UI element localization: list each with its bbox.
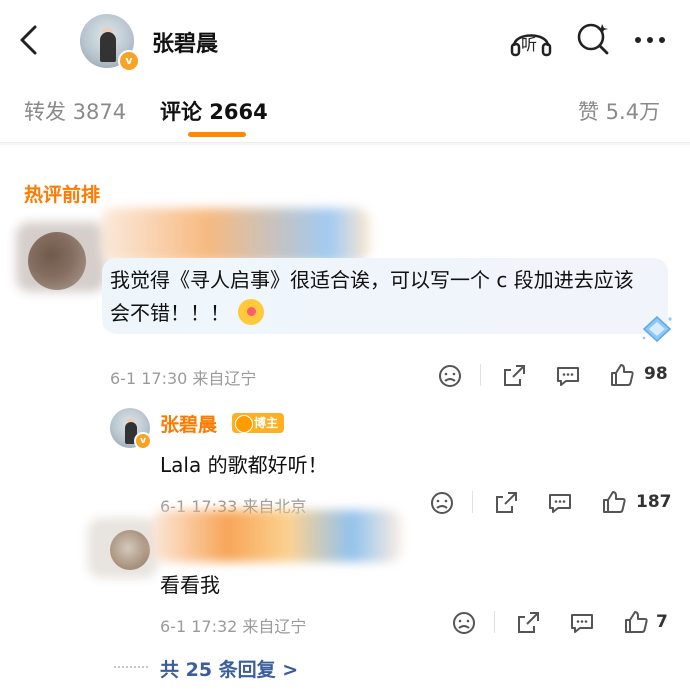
action-divider (480, 364, 481, 386)
comment-text: 我觉得《寻人启事》很适合诶，可以写一个 c 段加进去应该会不错！！！ (110, 264, 650, 330)
dislike-icon[interactable] (450, 609, 478, 637)
search-icon[interactable] (574, 20, 612, 58)
like-count: 187 (636, 492, 672, 512)
comment-meta: 6-1 17:30 来自辽宁 (110, 369, 257, 388)
dislike-icon[interactable] (428, 489, 456, 517)
reply-meta: 6-1 17:32 来自辽宁 (160, 617, 307, 636)
hot-comments-label: 热评前排 (24, 184, 101, 206)
reply-icon[interactable] (546, 489, 574, 517)
commenter-name-blurred[interactable] (100, 208, 370, 262)
reply-icon[interactable] (554, 362, 582, 390)
like-count: 7 (656, 612, 668, 632)
like-icon[interactable] (608, 361, 636, 389)
diamond-badge-icon (640, 314, 674, 344)
reply-author-name[interactable]: 张碧晨 (160, 410, 217, 437)
back-icon[interactable] (14, 22, 44, 58)
hug-emoji-icon (238, 299, 264, 325)
like-count: 98 (644, 364, 668, 384)
action-divider (472, 491, 473, 513)
reply-user-name-blurred[interactable] (152, 510, 402, 562)
blur-smudge (88, 518, 158, 578)
action-divider (494, 611, 495, 633)
share-icon[interactable] (514, 609, 542, 637)
top-bar: v 张碧晨 听 (0, 0, 690, 78)
active-tab-indicator (188, 132, 246, 137)
listen-label: 听 (521, 35, 538, 54)
share-icon[interactable] (492, 489, 520, 517)
more-replies-dots (114, 666, 148, 670)
section-separator (0, 143, 690, 145)
comment-body: 我觉得《寻人启事》很适合诶，可以写一个 c 段加进去应该会不错！！！ (110, 268, 634, 325)
more-replies-link[interactable]: 共 25 条回复 > (160, 655, 298, 682)
author-name[interactable]: 张碧晨 (152, 26, 218, 58)
tab-likes[interactable]: 赞 5.4万 (578, 96, 660, 126)
reply-text: 看看我 (160, 573, 220, 597)
tab-comments[interactable]: 评论 2664 (160, 96, 268, 126)
tab-repost[interactable]: 转发 3874 (24, 96, 126, 126)
listen-icon[interactable]: 听 (508, 22, 554, 58)
share-icon[interactable] (500, 362, 528, 390)
reply-text: Lala 的歌都好听！ (160, 453, 328, 477)
dislike-icon[interactable] (436, 362, 464, 390)
reply-icon[interactable] (568, 609, 596, 637)
more-icon[interactable] (630, 26, 670, 54)
like-icon[interactable] (600, 488, 628, 516)
blur-smudge (16, 222, 106, 292)
blogger-badge: 博主 (232, 413, 285, 433)
verified-badge-icon: v (134, 432, 152, 450)
avatar-figure (100, 32, 116, 62)
verified-badge-icon: v (118, 50, 140, 72)
like-icon[interactable] (622, 608, 650, 636)
